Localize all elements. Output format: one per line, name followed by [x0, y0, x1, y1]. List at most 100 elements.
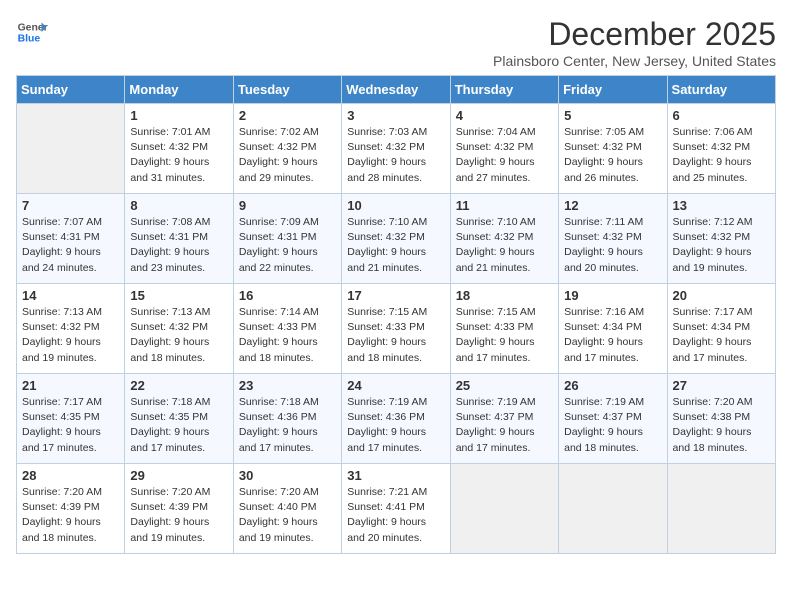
- calendar-cell: 18Sunrise: 7:15 AM Sunset: 4:33 PM Dayli…: [450, 284, 558, 374]
- calendar-header-monday: Monday: [125, 76, 233, 104]
- calendar-cell: 11 Sunrise: 7:10 AM Sunset: 4:32 PM Dayli…: [450, 194, 558, 284]
- day-info: Sunrise: 7:21 AM Sunset: 4:41 PM Dayligh…: [347, 485, 444, 546]
- day-info: Sunrise: 7:04 AM Sunset: 4:32 PM Dayligh…: [456, 125, 553, 186]
- day-number: 9: [239, 198, 336, 213]
- day-info: Sunrise: 7:13 AM Sunset: 4:32 PM Dayligh…: [130, 305, 227, 366]
- calendar-cell: 20 Sunrise: 7:17 AM Sunset: 4:34 PM Dayli…: [667, 284, 775, 374]
- day-number: 22: [130, 378, 227, 393]
- day-number: 3: [347, 108, 444, 123]
- day-number: 2: [239, 108, 336, 123]
- day-number: 13: [673, 198, 770, 213]
- day-number: 11: [456, 198, 553, 213]
- day-info: Sunrise: 7:18 AM Sunset: 4:36 PM Dayligh…: [239, 395, 336, 456]
- calendar-cell: [559, 464, 667, 554]
- day-number: 14: [22, 288, 119, 303]
- day-info: Sunrise: 7:18 AM Sunset: 4:35 PM Dayligh…: [130, 395, 227, 456]
- day-info: Sunrise: 7:15 AM Sunset: 4:33 PM Dayligh…: [456, 305, 553, 366]
- title-block: December 2025 Plainsboro Center, New Jer…: [493, 16, 776, 69]
- day-number: 28: [22, 468, 119, 483]
- day-info: Sunrise: 7:13 AM Sunset: 4:32 PM Dayligh…: [22, 305, 119, 366]
- day-number: 25: [456, 378, 553, 393]
- day-number: 20: [673, 288, 770, 303]
- day-info: Sunrise: 7:20 AM Sunset: 4:39 PM Dayligh…: [130, 485, 227, 546]
- calendar-header-wednesday: Wednesday: [342, 76, 450, 104]
- day-info: Sunrise: 7:07 AM Sunset: 4:31 PM Dayligh…: [22, 215, 119, 276]
- day-info: Sunrise: 7:15 AM Sunset: 4:33 PM Dayligh…: [347, 305, 444, 366]
- calendar-cell: 16 Sunrise: 7:14 AM Sunset: 4:33 PM Dayli…: [233, 284, 341, 374]
- day-number: 27: [673, 378, 770, 393]
- day-info: Sunrise: 7:19 AM Sunset: 4:36 PM Dayligh…: [347, 395, 444, 456]
- day-number: 1: [130, 108, 227, 123]
- day-number: 21: [22, 378, 119, 393]
- day-number: 4: [456, 108, 553, 123]
- calendar-cell: 31Sunrise: 7:21 AM Sunset: 4:41 PM Dayli…: [342, 464, 450, 554]
- day-number: 7: [22, 198, 119, 213]
- day-info: Sunrise: 7:20 AM Sunset: 4:38 PM Dayligh…: [673, 395, 770, 456]
- calendar-cell: 14 Sunrise: 7:13 AM Sunset: 4:32 PM Dayli…: [17, 284, 125, 374]
- calendar-table: SundayMondayTuesdayWednesdayThursdayFrid…: [16, 75, 776, 554]
- calendar-cell: 5 Sunrise: 7:05 AM Sunset: 4:32 PM Daylig…: [559, 104, 667, 194]
- calendar-cell: 28Sunrise: 7:20 AM Sunset: 4:39 PM Dayli…: [17, 464, 125, 554]
- calendar-cell: 6 Sunrise: 7:06 AM Sunset: 4:32 PM Daylig…: [667, 104, 775, 194]
- day-number: 8: [130, 198, 227, 213]
- calendar-week-row: 28 Sunrise: 7:20 AM Sunset: 4:39 PM Dayli…: [17, 464, 776, 554]
- calendar-cell: 15 Sunrise: 7:13 AM Sunset: 4:32 PM Dayli…: [125, 284, 233, 374]
- day-info: Sunrise: 7:17 AM Sunset: 4:34 PM Dayligh…: [673, 305, 770, 366]
- calendar-cell: 25 Sunrise: 7:19 AM Sunset: 4:37 PM Dayli…: [450, 374, 558, 464]
- calendar-header-friday: Friday: [559, 76, 667, 104]
- day-number: 30: [239, 468, 336, 483]
- calendar-cell: 10Sunrise: 7:10 AM Sunset: 4:32 PM Dayli…: [342, 194, 450, 284]
- day-info: Sunrise: 7:19 AM Sunset: 4:37 PM Dayligh…: [564, 395, 661, 456]
- day-number: 23: [239, 378, 336, 393]
- day-number: 29: [130, 468, 227, 483]
- calendar-cell: 30 Sunrise: 7:20 AM Sunset: 4:40 PM Dayli…: [233, 464, 341, 554]
- calendar-cell: [17, 104, 125, 194]
- day-info: Sunrise: 7:10 AM Sunset: 4:32 PM Dayligh…: [456, 215, 553, 276]
- calendar-week-row: 21 Sunrise: 7:17 AM Sunset: 4:35 PM Dayli…: [17, 374, 776, 464]
- day-info: Sunrise: 7:06 AM Sunset: 4:32 PM Dayligh…: [673, 125, 770, 186]
- day-number: 5: [564, 108, 661, 123]
- calendar-cell: 9Sunrise: 7:09 AM Sunset: 4:31 PM Daylig…: [233, 194, 341, 284]
- day-number: 24: [347, 378, 444, 393]
- logo-icon: General Blue: [16, 16, 48, 48]
- day-info: Sunrise: 7:01 AM Sunset: 4:32 PM Dayligh…: [130, 125, 227, 186]
- location: Plainsboro Center, New Jersey, United St…: [493, 53, 776, 69]
- day-info: Sunrise: 7:05 AM Sunset: 4:32 PM Dayligh…: [564, 125, 661, 186]
- calendar-cell: 12Sunrise: 7:11 AM Sunset: 4:32 PM Dayli…: [559, 194, 667, 284]
- calendar-cell: 24 Sunrise: 7:19 AM Sunset: 4:36 PM Dayli…: [342, 374, 450, 464]
- calendar-cell: 13 Sunrise: 7:12 AM Sunset: 4:32 PM Dayli…: [667, 194, 775, 284]
- day-number: 16: [239, 288, 336, 303]
- day-info: Sunrise: 7:10 AM Sunset: 4:32 PM Dayligh…: [347, 215, 444, 276]
- calendar-cell: 4 Sunrise: 7:04 AM Sunset: 4:32 PM Daylig…: [450, 104, 558, 194]
- calendar-cell: 3Sunrise: 7:03 AM Sunset: 4:32 PM Daylig…: [342, 104, 450, 194]
- day-number: 12: [564, 198, 661, 213]
- day-number: 6: [673, 108, 770, 123]
- calendar-cell: 21 Sunrise: 7:17 AM Sunset: 4:35 PM Dayli…: [17, 374, 125, 464]
- day-number: 19: [564, 288, 661, 303]
- day-info: Sunrise: 7:14 AM Sunset: 4:33 PM Dayligh…: [239, 305, 336, 366]
- calendar-header-tuesday: Tuesday: [233, 76, 341, 104]
- calendar-week-row: 7 Sunrise: 7:07 AM Sunset: 4:31 PM Daylig…: [17, 194, 776, 284]
- calendar-cell: 19 Sunrise: 7:16 AM Sunset: 4:34 PM Dayli…: [559, 284, 667, 374]
- day-info: Sunrise: 7:12 AM Sunset: 4:32 PM Dayligh…: [673, 215, 770, 276]
- calendar-cell: 2 Sunrise: 7:02 AM Sunset: 4:32 PM Daylig…: [233, 104, 341, 194]
- calendar-cell: 26 Sunrise: 7:19 AM Sunset: 4:37 PM Dayli…: [559, 374, 667, 464]
- page-header: General Blue December 2025 Plainsboro Ce…: [16, 16, 776, 69]
- day-info: Sunrise: 7:08 AM Sunset: 4:31 PM Dayligh…: [130, 215, 227, 276]
- calendar-header-thursday: Thursday: [450, 76, 558, 104]
- calendar-header-sunday: Sunday: [17, 76, 125, 104]
- day-info: Sunrise: 7:20 AM Sunset: 4:40 PM Dayligh…: [239, 485, 336, 546]
- day-number: 15: [130, 288, 227, 303]
- day-info: Sunrise: 7:17 AM Sunset: 4:35 PM Dayligh…: [22, 395, 119, 456]
- calendar-header-saturday: Saturday: [667, 76, 775, 104]
- calendar-week-row: 14 Sunrise: 7:13 AM Sunset: 4:32 PM Dayli…: [17, 284, 776, 374]
- day-info: Sunrise: 7:19 AM Sunset: 4:37 PM Dayligh…: [456, 395, 553, 456]
- calendar-cell: 17Sunrise: 7:15 AM Sunset: 4:33 PM Dayli…: [342, 284, 450, 374]
- day-info: Sunrise: 7:02 AM Sunset: 4:32 PM Dayligh…: [239, 125, 336, 186]
- logo: General Blue: [16, 16, 48, 48]
- calendar-cell: 23 Sunrise: 7:18 AM Sunset: 4:36 PM Dayli…: [233, 374, 341, 464]
- day-info: Sunrise: 7:16 AM Sunset: 4:34 PM Dayligh…: [564, 305, 661, 366]
- day-number: 26: [564, 378, 661, 393]
- calendar-cell: 7 Sunrise: 7:07 AM Sunset: 4:31 PM Daylig…: [17, 194, 125, 284]
- calendar-cell: 8 Sunrise: 7:08 AM Sunset: 4:31 PM Daylig…: [125, 194, 233, 284]
